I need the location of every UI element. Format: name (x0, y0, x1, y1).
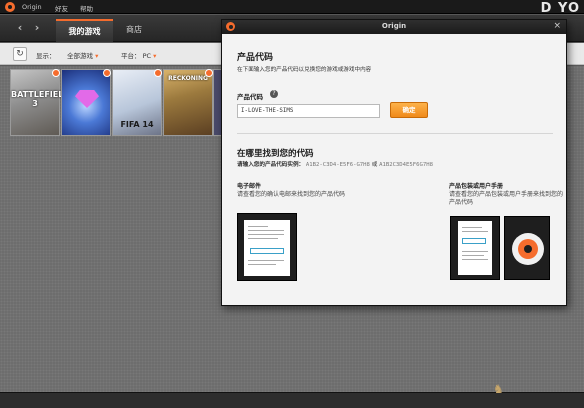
show-filter-dropdown[interactable]: 全部游戏 ▾ (67, 50, 98, 60)
retail-hint-text: 请查看您的产品包装或用户手册来找到您的产品代码 (449, 191, 564, 206)
mascot-icon: ♞ (493, 382, 504, 396)
game-tile[interactable] (61, 69, 111, 136)
origin-badge-icon (103, 69, 111, 77)
email-hint-title: 电子邮件 (237, 183, 262, 190)
menu-help[interactable]: 帮助 (80, 3, 93, 13)
tab-my-games[interactable]: 我的游戏 (56, 19, 113, 42)
email-hint-text: 请查看您的确认电邮来找到您的产品代码 (237, 191, 346, 198)
product-code-input[interactable]: I-LOVE-THE-SIMS (237, 104, 380, 118)
dialog-title: Origin (381, 22, 407, 30)
refresh-icon[interactable]: ↻ (13, 47, 27, 61)
back-arrow-icon[interactable]: ‹ (13, 21, 27, 35)
game-title: FIFA 14 (120, 120, 154, 129)
origin-badge-icon (154, 69, 162, 77)
retail-hint-title: 产品包装或用户手册 (449, 183, 504, 190)
section-title: 在哪里找到您的代码 (237, 149, 314, 159)
game-tile[interactable]: RECKONING (163, 69, 213, 136)
game-title: RECKONING (168, 75, 208, 82)
email-illustration (237, 213, 297, 281)
page-title: 产品代码 (237, 53, 274, 63)
forward-arrow-icon[interactable]: › (30, 21, 44, 35)
game-tile[interactable]: BATTLEFIELD 3 (10, 69, 70, 136)
platform-filter-dropdown[interactable]: 平台： PC ▾ (121, 50, 156, 60)
menu-friends[interactable]: 好友 (55, 3, 68, 13)
code-example: 请输入您的产品代码实例： A1B2-C3D4-E5F6-G7H8 或 A1B2C… (237, 162, 433, 168)
confirm-button[interactable]: 确定 (390, 102, 428, 118)
email-hint: 电子邮件 请查看您的确认电邮来找到您的产品代码 (237, 183, 352, 199)
chevron-down-icon: ▾ (95, 52, 99, 60)
menu-origin[interactable]: Origin (22, 3, 42, 11)
retail-hint: 产品包装或用户手册 请查看您的产品包装或用户手册来找到您的产品代码 (449, 183, 564, 207)
tab-store[interactable]: 商店 (116, 19, 152, 42)
help-icon[interactable]: ? (270, 90, 278, 98)
gem-icon (75, 90, 99, 108)
retail-box-illustration (450, 216, 550, 280)
code-field-label: 产品代码 (237, 93, 263, 101)
divider (237, 133, 553, 134)
redeem-code-dialog: Origin × 产品代码 在下面输入您的产品代码以兑换您的游戏或游戏中内容 产… (221, 19, 567, 306)
subtitle: 在下面输入您的产品代码以兑换您的游戏或游戏中内容 (237, 67, 372, 73)
show-filter-label: 显示： (36, 52, 56, 60)
game-tile[interactable]: FIFA 14 (112, 69, 162, 136)
game-title: BATTLEFIELD 3 (11, 90, 70, 108)
disc-icon (512, 233, 544, 265)
watermark-logo: D YO (540, 1, 580, 16)
origin-badge-icon (205, 69, 213, 77)
close-icon[interactable]: × (553, 21, 561, 31)
origin-logo-icon (5, 2, 15, 12)
origin-badge-icon (52, 69, 60, 77)
chevron-down-icon: ▾ (153, 52, 157, 60)
dialog-title-bar: Origin × (222, 20, 566, 34)
title-bar: Origin 好友 帮助 (0, 0, 584, 14)
